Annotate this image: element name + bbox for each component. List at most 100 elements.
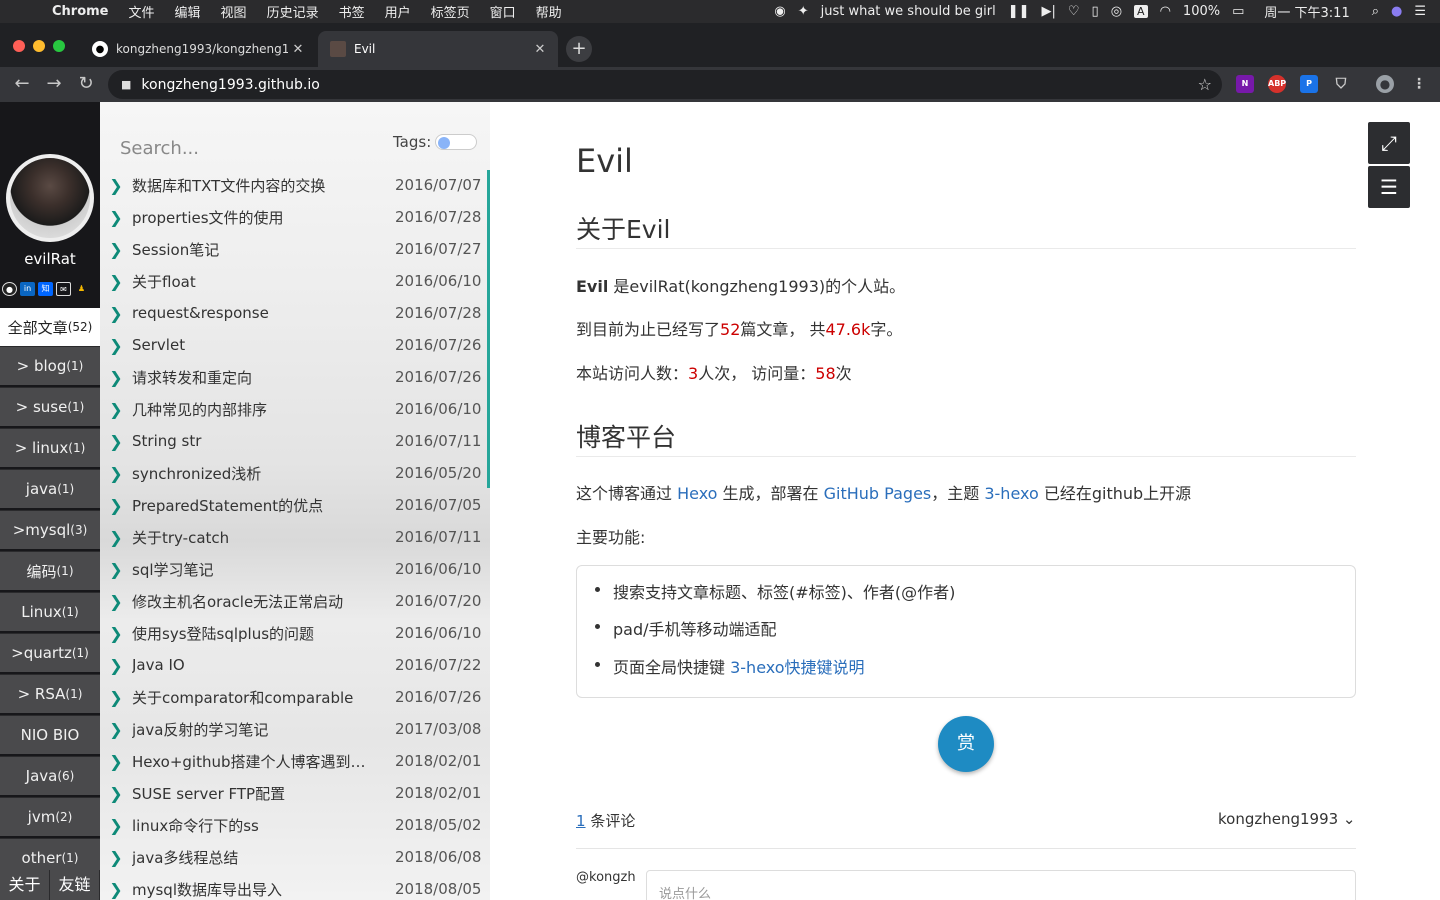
menu-help[interactable]: 帮助 bbox=[536, 2, 562, 21]
post-title[interactable]: PreparedStatement的优点 bbox=[132, 495, 395, 516]
linkedin-icon[interactable]: in bbox=[20, 282, 35, 296]
comment-count-number[interactable]: 1 bbox=[576, 812, 586, 830]
category-linux[interactable]: > linux (1) bbox=[0, 428, 100, 467]
close-tab-icon[interactable]: ✕ bbox=[530, 42, 550, 57]
comment-user-dropdown[interactable]: kongzheng1993 ⌄ bbox=[1218, 810, 1356, 828]
category-nio-bio[interactable]: NIO BIO bbox=[0, 715, 100, 754]
battery-icon[interactable]: ▭ bbox=[1232, 4, 1244, 19]
post-list-item[interactable]: ❯ PreparedStatement的优点 2016/07/05 bbox=[100, 489, 487, 521]
spotlight-search-icon[interactable]: ⌕ bbox=[1372, 4, 1379, 19]
post-list-item[interactable]: ❯ SUSE server FTP配置 2018/02/01 bbox=[100, 777, 487, 809]
post-list-item[interactable]: ❯ java反射的学习笔记 2017/03/08 bbox=[100, 713, 487, 745]
email-icon[interactable]: ✉ bbox=[56, 282, 71, 296]
chrome-menu-icon[interactable]: ⋮ bbox=[1410, 75, 1428, 93]
now-playing-text[interactable]: just what we should be girl bbox=[821, 4, 996, 19]
maximize-window-button[interactable] bbox=[53, 40, 65, 52]
minimize-window-button[interactable] bbox=[33, 40, 45, 52]
category-rsa[interactable]: > RSA (1) bbox=[0, 674, 100, 713]
post-list-item[interactable]: ❯ 几种常见的内部排序 2016/06/10 bbox=[100, 393, 487, 425]
heart-icon[interactable]: ♡ bbox=[1068, 4, 1080, 19]
post-list-item[interactable]: ❯ 关于float 2016/06/10 bbox=[100, 265, 487, 297]
sync-icon[interactable]: ◎ bbox=[1111, 4, 1122, 19]
post-list-item[interactable]: ❯ properties文件的使用 2016/07/28 bbox=[100, 201, 487, 233]
p-extension-icon[interactable]: P bbox=[1300, 75, 1318, 93]
tab-evil[interactable]: Evil ✕ bbox=[318, 31, 558, 67]
back-icon[interactable]: ← bbox=[10, 72, 34, 96]
menu-history[interactable]: 历史记录 bbox=[267, 2, 319, 21]
post-title[interactable]: request&response bbox=[132, 304, 395, 322]
qq-icon[interactable]: ♟ bbox=[74, 282, 89, 296]
category-encoding[interactable]: 编码 (1) bbox=[0, 551, 100, 590]
post-title[interactable]: sql学习笔记 bbox=[132, 559, 395, 580]
github-pages-link[interactable]: GitHub Pages bbox=[824, 484, 932, 503]
new-tab-button[interactable]: + bbox=[566, 36, 592, 62]
forward-icon[interactable]: → bbox=[42, 72, 66, 96]
post-list-item[interactable]: ❯ Session笔记 2016/07/27 bbox=[100, 233, 487, 265]
post-list-item[interactable]: ❯ 关于try-catch 2016/07/11 bbox=[100, 521, 487, 553]
pause-icon[interactable]: ❚❚ bbox=[1008, 4, 1030, 19]
menu-view[interactable]: 视图 bbox=[221, 2, 247, 21]
post-title[interactable]: 请求转发和重定向 bbox=[132, 367, 395, 388]
post-title[interactable]: java反射的学习笔记 bbox=[132, 719, 395, 740]
post-title[interactable]: properties文件的使用 bbox=[132, 207, 395, 228]
post-list-item[interactable]: ❯ linux命令行下的ss 2018/05/02 bbox=[100, 809, 487, 841]
post-title[interactable]: 关于comparator和comparable bbox=[132, 687, 395, 708]
github-icon[interactable]: ● bbox=[2, 282, 17, 296]
post-list-item[interactable]: ❯ 数据库和TXT文件内容的交换 2016/07/07 bbox=[100, 169, 487, 201]
post-list-item[interactable]: ❯ mysql数据库导出导入 2018/08/05 bbox=[100, 873, 487, 900]
profile-icon[interactable]: ● bbox=[1376, 75, 1394, 93]
post-title[interactable]: 关于float bbox=[132, 271, 395, 292]
post-list-item[interactable]: ❯ 修改主机名oracle无法正常启动 2016/07/20 bbox=[100, 585, 487, 617]
post-list-item[interactable]: ❯ 关于comparator和comparable 2016/07/26 bbox=[100, 681, 487, 713]
post-title[interactable]: 几种常见的内部排序 bbox=[132, 399, 395, 420]
about-link[interactable]: 关于 bbox=[0, 870, 50, 900]
shield-extension-icon[interactable]: ⛉ bbox=[1332, 75, 1350, 93]
fullscreen-button[interactable]: ⤢ bbox=[1368, 122, 1410, 164]
post-list-item[interactable]: ❯ java多线程总结 2018/06/08 bbox=[100, 841, 487, 873]
post-title[interactable]: Java IO bbox=[132, 656, 395, 674]
category-java[interactable]: java (1) bbox=[0, 469, 100, 508]
vpn-icon[interactable]: ◉ bbox=[774, 4, 785, 19]
tags-toggle[interactable] bbox=[435, 134, 478, 150]
category-quartz[interactable]: >quartz (1) bbox=[0, 633, 100, 672]
close-window-button[interactable] bbox=[13, 40, 25, 52]
post-list-item[interactable]: ❯ request&response 2016/07/28 bbox=[100, 297, 487, 329]
onenote-extension-icon[interactable]: N bbox=[1236, 75, 1254, 93]
category-linux-2[interactable]: Linux (1) bbox=[0, 592, 100, 631]
friend-links-link[interactable]: 友链 bbox=[50, 870, 100, 900]
next-track-icon[interactable]: ▶| bbox=[1042, 4, 1056, 19]
category-jvm[interactable]: jvm (2) bbox=[0, 797, 100, 836]
tab-github[interactable]: ● kongzheng1993/kongzheng199 ✕ bbox=[80, 31, 316, 67]
post-title[interactable]: 数据库和TXT文件内容的交换 bbox=[132, 175, 395, 196]
post-list-item[interactable]: ❯ Hexo+github搭建个人博客遇到… 2018/02/01 bbox=[100, 745, 487, 777]
category-java-2[interactable]: Java (6) bbox=[0, 756, 100, 795]
post-title[interactable]: mysql数据库导出导入 bbox=[132, 879, 395, 900]
post-title[interactable]: Session笔记 bbox=[132, 239, 395, 260]
close-tab-icon[interactable]: ✕ bbox=[288, 42, 308, 57]
post-list-item[interactable]: ❯ 使用sys登陆sqlplus的问题 2016/06/10 bbox=[100, 617, 487, 649]
input-method-icon[interactable]: A bbox=[1134, 5, 1148, 18]
search-input[interactable]: Search... bbox=[120, 138, 400, 159]
theme-link[interactable]: 3-hexo bbox=[984, 484, 1038, 503]
notification-center-icon[interactable]: ☰ bbox=[1414, 4, 1426, 19]
post-list-item[interactable]: ❯ 请求转发和重定向 2016/07/26 bbox=[100, 361, 487, 393]
avatar[interactable] bbox=[6, 154, 94, 242]
post-title[interactable]: String str bbox=[132, 432, 395, 450]
post-list-item[interactable]: ❯ Java IO 2016/07/22 bbox=[100, 649, 487, 681]
category-mysql[interactable]: >mysql (3) bbox=[0, 510, 100, 549]
category-suse[interactable]: > suse (1) bbox=[0, 387, 100, 426]
reward-button[interactable]: 赏 bbox=[938, 716, 994, 772]
post-title[interactable]: java多线程总结 bbox=[132, 847, 395, 868]
comment-input[interactable]: 说点什么 bbox=[646, 870, 1356, 900]
siri-icon[interactable]: ● bbox=[1391, 4, 1402, 19]
post-title[interactable]: Servlet bbox=[132, 336, 395, 354]
post-list-item[interactable]: ❯ synchronized浅析 2016/05/20 bbox=[100, 457, 487, 489]
trash-icon[interactable]: ▯ bbox=[1092, 4, 1099, 19]
post-title[interactable]: synchronized浅析 bbox=[132, 463, 395, 484]
post-list-item[interactable]: ❯ String str 2016/07/11 bbox=[100, 425, 487, 457]
category-blog[interactable]: > blog (1) bbox=[0, 346, 100, 385]
zhihu-icon[interactable]: 知 bbox=[38, 282, 53, 296]
menu-people[interactable]: 用户 bbox=[385, 2, 411, 21]
post-title[interactable]: linux命令行下的ss bbox=[132, 815, 395, 836]
menu-window[interactable]: 窗口 bbox=[490, 2, 516, 21]
